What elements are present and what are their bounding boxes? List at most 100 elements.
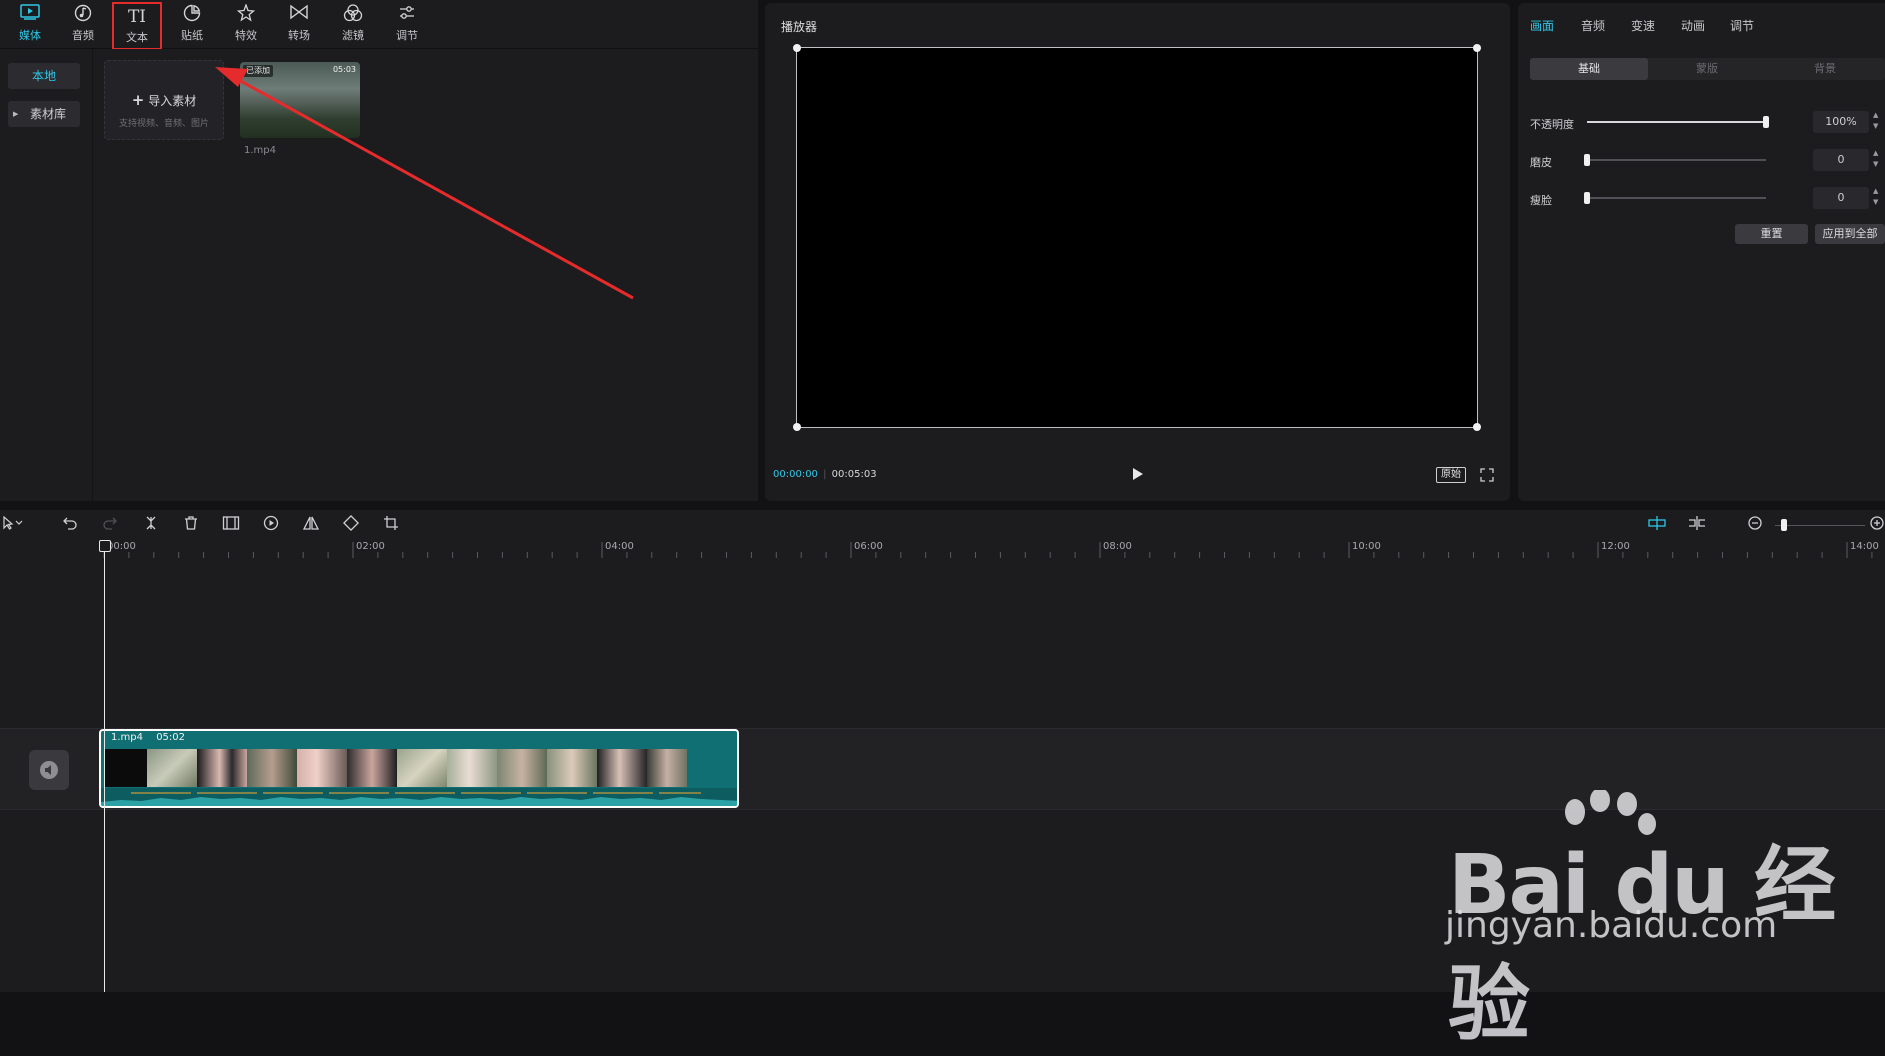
zoom-slider-handle[interactable]: [1781, 519, 1787, 531]
linkage-icon: [1689, 516, 1705, 530]
fullscreen-button[interactable]: [1480, 467, 1494, 482]
import-media-card[interactable]: + 导入素材 支持视频、音频、图片: [104, 60, 224, 140]
tab-transition[interactable]: 转场: [273, 4, 325, 46]
slim-face-label: 瘦脸: [1530, 194, 1552, 207]
playhead[interactable]: [99, 540, 111, 992]
subtab-basic[interactable]: 基础: [1530, 58, 1648, 80]
caret-right-icon: ▶: [13, 110, 19, 118]
clip-filename: 1.mp4: [244, 145, 276, 156]
apply-to-all-button[interactable]: 应用到全部: [1815, 224, 1885, 244]
tab-effect[interactable]: 特效: [220, 3, 272, 46]
redo-icon: [103, 517, 117, 530]
slim-face-value[interactable]: 0: [1813, 187, 1869, 209]
mirror-button[interactable]: [300, 515, 322, 535]
slim-face-slider-handle[interactable]: [1584, 192, 1590, 204]
sticker-icon: [166, 4, 218, 26]
filter-icon: [327, 4, 379, 26]
fullscreen-icon: [1480, 468, 1494, 482]
audio-waveform: [101, 788, 737, 806]
opacity-value[interactable]: 100%: [1813, 111, 1869, 133]
sidebar-item-local[interactable]: 本地: [8, 63, 80, 89]
sidebar-item-library[interactable]: ▶ 素材库: [8, 101, 80, 127]
adjust-icon: [381, 4, 433, 26]
track-mute-button[interactable]: [29, 750, 69, 790]
play-button[interactable]: [1131, 466, 1145, 482]
zoom-in-button[interactable]: [1869, 515, 1885, 535]
snap-icon: [1648, 516, 1666, 530]
resize-handle[interactable]: [793, 423, 801, 431]
smooth-skin-label: 磨皮: [1530, 156, 1552, 169]
freeze-frame-button[interactable]: [220, 515, 242, 535]
speaker-icon: [40, 761, 58, 779]
sidebar-item-library-label: 素材库: [30, 107, 67, 121]
clip-frame: [197, 749, 247, 787]
tab-inspector-adjust[interactable]: 调节: [1730, 17, 1754, 34]
player-title: 播放器: [781, 20, 818, 34]
smooth-skin-slider-handle[interactable]: [1584, 154, 1590, 166]
playhead-handle[interactable]: [99, 540, 111, 552]
timeline-clip-name: 1.mp4: [111, 732, 143, 743]
tab-speed[interactable]: 变速: [1631, 17, 1655, 34]
clip-frame: [105, 749, 147, 787]
delete-button[interactable]: [180, 515, 202, 535]
rotate-button[interactable]: [340, 515, 362, 535]
clip-frame: [547, 749, 597, 787]
tab-audio[interactable]: 音频: [57, 4, 109, 46]
reset-button[interactable]: 重置: [1735, 224, 1808, 244]
smooth-skin-stepper-icon[interactable]: ▲ ▼: [1873, 148, 1878, 170]
ruler-tick-label: 00:00: [107, 541, 136, 552]
clip-frame: [297, 749, 347, 787]
crop-button[interactable]: [380, 515, 402, 535]
media-clip-thumbnail[interactable]: 已添加 05:03: [240, 62, 360, 138]
freeze-frame-icon: [222, 516, 240, 530]
clip-frame: [147, 749, 197, 787]
opacity-label: 不透明度: [1530, 118, 1574, 131]
clip-frame: [447, 749, 497, 787]
preview-canvas[interactable]: [793, 44, 1481, 431]
clip-frame: [347, 749, 397, 787]
opacity-stepper-icon[interactable]: ▲ ▼: [1873, 110, 1878, 132]
zoom-in-icon: [1870, 516, 1884, 530]
tab-text[interactable]: TI 文本: [112, 2, 162, 50]
subtab-background[interactable]: 背景: [1766, 58, 1884, 80]
resize-handle[interactable]: [1473, 44, 1481, 52]
slim-face-slider[interactable]: [1587, 197, 1766, 199]
text-icon: TI: [127, 7, 147, 27]
inspector-panel: 画面 音频 变速 动画 调节 基础 蒙版 背景 不透明度 100% ▲ ▼ 磨皮 …: [1518, 3, 1885, 501]
aspect-ratio-button[interactable]: 原始: [1436, 467, 1466, 483]
ruler-tick-label: 04:00: [605, 541, 634, 552]
opacity-slider-handle[interactable]: [1763, 116, 1769, 128]
tab-media[interactable]: 媒体: [4, 4, 56, 46]
timeline-toolbar: [0, 510, 1885, 540]
smooth-skin-value[interactable]: 0: [1813, 149, 1869, 171]
redo-button[interactable]: [99, 515, 121, 535]
tab-filter[interactable]: 滤镜: [327, 4, 379, 46]
reverse-button[interactable]: [260, 515, 282, 535]
split-button[interactable]: [140, 515, 162, 535]
ruler-tick-label: 02:00: [356, 541, 385, 552]
tab-inspector-audio[interactable]: 音频: [1581, 17, 1605, 34]
tool-bar: 媒体 音频 TI 文本 贴纸 特效 转场 滤镜 调节: [0, 0, 758, 50]
zoom-slider[interactable]: [1775, 525, 1865, 526]
resize-handle[interactable]: [1473, 423, 1481, 431]
linkage-button[interactable]: [1686, 515, 1708, 535]
undo-button[interactable]: [59, 515, 81, 535]
crop-icon: [384, 516, 398, 530]
tab-animation[interactable]: 动画: [1681, 17, 1705, 34]
added-badge: 已添加: [243, 65, 273, 77]
timeline-video-clip[interactable]: 1.mp4 05:02: [99, 729, 739, 808]
tab-transition-label: 转场: [288, 29, 310, 42]
slim-face-stepper-icon[interactable]: ▲ ▼: [1873, 186, 1878, 208]
zoom-out-button[interactable]: [1744, 515, 1766, 535]
snap-toggle-button[interactable]: [1646, 515, 1668, 535]
select-tool-button[interactable]: [2, 515, 24, 535]
resize-handle[interactable]: [793, 44, 801, 52]
smooth-skin-slider[interactable]: [1587, 159, 1766, 161]
tab-picture[interactable]: 画面: [1530, 17, 1554, 34]
tab-adjust-label: 调节: [396, 29, 418, 42]
media-sidebar: 本地 ▶ 素材库: [0, 49, 93, 501]
subtab-mask[interactable]: 蒙版: [1648, 58, 1766, 80]
tab-sticker[interactable]: 贴纸: [166, 4, 218, 46]
import-media-button[interactable]: + 导入素材: [105, 91, 223, 109]
tab-adjust[interactable]: 调节: [381, 4, 433, 46]
